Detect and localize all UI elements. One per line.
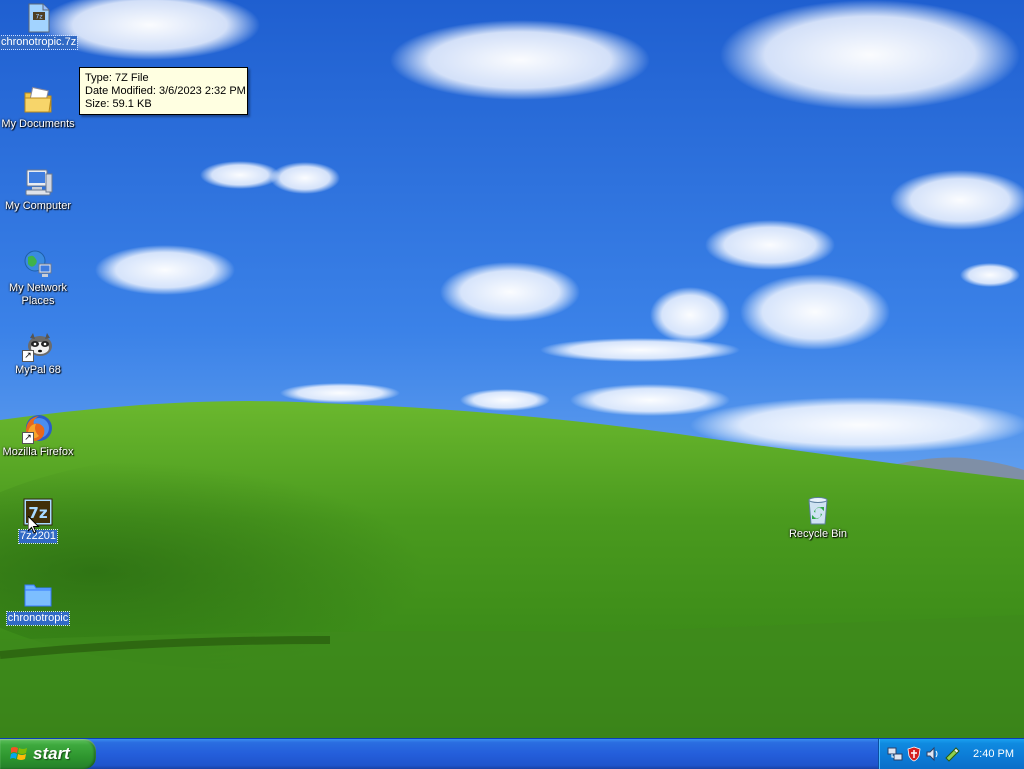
folder-documents-icon: [22, 84, 54, 116]
desktop-icon-label: Mozilla Firefox: [2, 446, 74, 458]
desktop-icon-chronotropic-folder[interactable]: chronotropic: [0, 578, 76, 626]
recycle-bin-icon: [802, 494, 834, 526]
desktop-icon-label: chronotropic.7z: [0, 35, 79, 50]
svg-text:7z: 7z: [36, 14, 43, 21]
mouse-pointer-icon: [27, 514, 40, 534]
desktop-icon-my-computer[interactable]: My Computer: [0, 166, 76, 213]
desktop-icon-my-documents[interactable]: My Documents: [0, 84, 76, 131]
computer-icon: [22, 166, 54, 198]
desktop-icon-mypal-68[interactable]: ↗ MyPal 68: [0, 330, 76, 377]
windows-logo-icon: [10, 745, 28, 763]
desktop-icon-label: My Network Places: [8, 282, 68, 307]
speaker-icon[interactable]: [925, 746, 941, 762]
firefox-icon: ↗: [22, 412, 54, 444]
desktop-icon-label: My Computer: [4, 200, 72, 212]
network-tray-icon[interactable]: [887, 746, 903, 762]
desktop-icon-label: MyPal 68: [15, 364, 61, 376]
file-info-tooltip: Type: 7Z File Date Modified: 3/6/2023 2:…: [79, 67, 248, 115]
tooltip-date-modified: Date Modified: 3/6/2023 2:32 PM: [85, 85, 246, 97]
network-icon: [22, 248, 54, 280]
mypal-icon: ↗: [22, 330, 54, 362]
tooltip-size: Size: 59.1 KB: [85, 98, 152, 110]
desktop-icon-label: My Documents: [1, 118, 75, 130]
desktop-icon-chronotropic-7z[interactable]: 7z chronotropic.7z: [0, 2, 79, 50]
taskbar: start 2:40 PM: [0, 738, 1024, 769]
tooltip-type: Type: 7Z File: [85, 72, 149, 84]
desktop-icon-label: Recycle Bin: [788, 528, 848, 540]
start-label: start: [33, 744, 70, 763]
shortcut-arrow-icon: ↗: [22, 350, 34, 362]
desktop-icon-label: chronotropic: [5, 611, 71, 626]
start-button[interactable]: start: [0, 739, 96, 769]
taskbar-clock[interactable]: 2:40 PM: [973, 748, 1014, 760]
folder-icon: [22, 578, 54, 610]
system-tray: 2:40 PM: [878, 739, 1024, 769]
security-shield-icon[interactable]: [906, 746, 922, 762]
desktop-icon-my-network-places[interactable]: My Network Places: [0, 248, 76, 308]
update-icon[interactable]: [944, 746, 960, 762]
shortcut-arrow-icon: ↗: [22, 432, 34, 444]
desktop-icon-recycle-bin[interactable]: Recycle Bin: [780, 494, 856, 541]
desktop-icon-mozilla-firefox[interactable]: ↗ Mozilla Firefox: [0, 412, 76, 459]
archive-file-icon: 7z: [22, 2, 54, 34]
